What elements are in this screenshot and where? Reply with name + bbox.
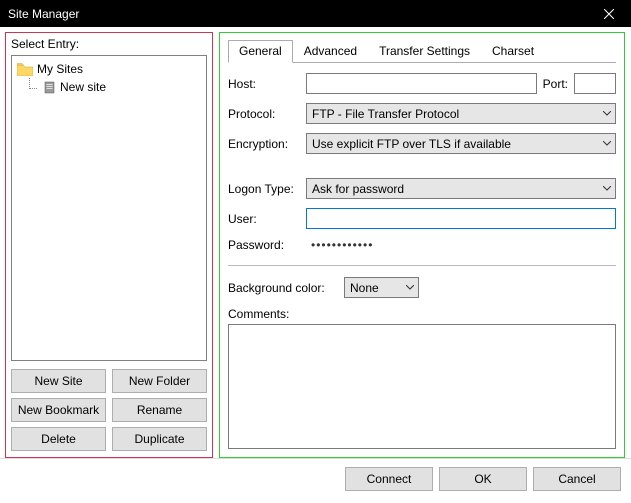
server-icon [43,81,56,94]
bgcolor-label: Background color: [228,281,338,295]
logon-label: Logon Type: [228,182,300,196]
user-input[interactable] [306,208,616,229]
tree-root-label: My Sites [37,62,83,76]
tree-child[interactable]: New site [15,78,203,96]
tab-charset[interactable]: Charset [481,40,545,63]
footer: Connect OK Cancel [0,458,631,498]
protocol-label: Protocol: [228,107,300,121]
protocol-value: FTP - File Transfer Protocol [312,107,459,121]
chevron-down-icon [603,141,611,146]
tab-transfer[interactable]: Transfer Settings [368,40,481,63]
comments-input[interactable] [228,324,616,449]
tree-child-label: New site [60,80,106,94]
select-entry-label: Select Entry: [11,37,207,51]
tree-connector [25,78,39,96]
rename-button[interactable]: Rename [112,398,207,422]
password-label: Password: [228,238,300,252]
delete-button[interactable]: Delete [11,427,106,451]
tab-bar: General Advanced Transfer Settings Chars… [228,39,616,63]
close-icon [604,9,614,19]
chevron-down-icon [406,285,414,290]
connect-button[interactable]: Connect [345,467,433,491]
logon-value: Ask for password [312,182,404,196]
ok-button[interactable]: OK [439,467,527,491]
divider [228,265,616,266]
folder-icon [17,63,33,76]
protocol-select[interactable]: FTP - File Transfer Protocol [306,103,616,124]
user-label: User: [228,212,300,226]
host-input[interactable] [306,73,537,94]
host-label: Host: [228,77,300,91]
duplicate-button[interactable]: Duplicate [112,427,207,451]
titlebar: Site Manager [0,0,631,27]
comments-label: Comments: [228,307,616,321]
right-panel: General Advanced Transfer Settings Chars… [219,32,625,458]
window-title: Site Manager [8,7,79,21]
chevron-down-icon [603,186,611,191]
new-folder-button[interactable]: New Folder [112,369,207,393]
tab-advanced[interactable]: Advanced [293,40,368,63]
tree-root[interactable]: My Sites [15,60,203,78]
bgcolor-select[interactable]: None [344,277,419,298]
password-value: •••••••••••• [306,238,616,252]
port-input[interactable] [574,73,616,94]
new-bookmark-button[interactable]: New Bookmark [11,398,106,422]
port-label: Port: [543,77,568,91]
tab-general[interactable]: General [228,40,293,63]
site-tree[interactable]: My Sites New site [11,55,207,361]
encryption-label: Encryption: [228,137,300,151]
left-panel: Select Entry: My Sites New site New Site… [5,32,213,458]
close-button[interactable] [586,0,631,27]
new-site-button[interactable]: New Site [11,369,106,393]
encryption-value: Use explicit FTP over TLS if available [312,137,511,151]
cancel-button[interactable]: Cancel [533,467,621,491]
logon-select[interactable]: Ask for password [306,178,616,199]
encryption-select[interactable]: Use explicit FTP over TLS if available [306,133,616,154]
chevron-down-icon [603,111,611,116]
bgcolor-value: None [350,281,379,295]
